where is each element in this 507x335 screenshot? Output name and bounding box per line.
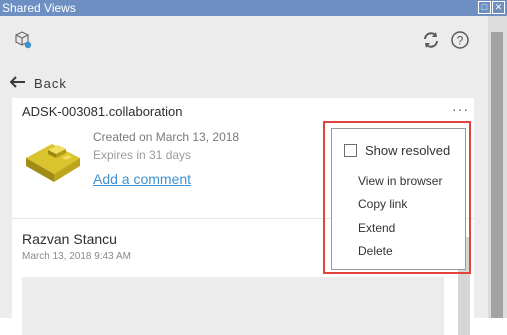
panel-scrollbar-thumb[interactable] bbox=[491, 32, 503, 318]
window-title: Shared Views bbox=[2, 1, 76, 15]
add-comment-link[interactable]: Add a comment bbox=[93, 171, 191, 187]
app-frame: Shared Views □ ✕ ? Back ADSK-003081.coll… bbox=[0, 0, 507, 335]
back-button[interactable]: Back bbox=[9, 74, 67, 92]
arrow-left-icon bbox=[9, 75, 26, 91]
more-options-button[interactable]: ··· bbox=[452, 101, 469, 117]
view-name: ADSK-003081.collaboration bbox=[22, 104, 183, 119]
close-button[interactable]: ✕ bbox=[492, 1, 505, 14]
back-label: Back bbox=[34, 75, 67, 91]
menu-item-copy-link[interactable]: Copy link bbox=[358, 197, 407, 211]
model-thumbnail[interactable] bbox=[22, 136, 84, 186]
created-date: Created on March 13, 2018 bbox=[93, 130, 240, 144]
restore-button[interactable]: □ bbox=[478, 1, 491, 14]
expiry-note: Expires in 31 days bbox=[93, 148, 192, 162]
menu-item-view-in-browser[interactable]: View in browser bbox=[358, 174, 442, 188]
comment-author: Razvan Stancu bbox=[22, 231, 117, 247]
menu-item-show-resolved[interactable]: Show resolved bbox=[365, 143, 450, 158]
menu-item-extend[interactable]: Extend bbox=[358, 221, 395, 235]
more-options-menu: Show resolved View in browser Copy link … bbox=[331, 128, 466, 270]
svg-text:?: ? bbox=[457, 34, 464, 48]
comment-body bbox=[22, 277, 444, 335]
help-icon[interactable]: ? bbox=[450, 30, 470, 50]
title-bar: Shared Views □ ✕ bbox=[0, 0, 507, 16]
show-resolved-checkbox[interactable] bbox=[344, 144, 357, 157]
refresh-icon[interactable] bbox=[421, 30, 441, 50]
comment-timestamp: March 13, 2018 9:43 AM bbox=[22, 251, 131, 262]
panel-scrollbar[interactable] bbox=[488, 16, 507, 318]
view-share-icon[interactable] bbox=[13, 30, 33, 50]
menu-item-delete[interactable]: Delete bbox=[358, 244, 393, 258]
